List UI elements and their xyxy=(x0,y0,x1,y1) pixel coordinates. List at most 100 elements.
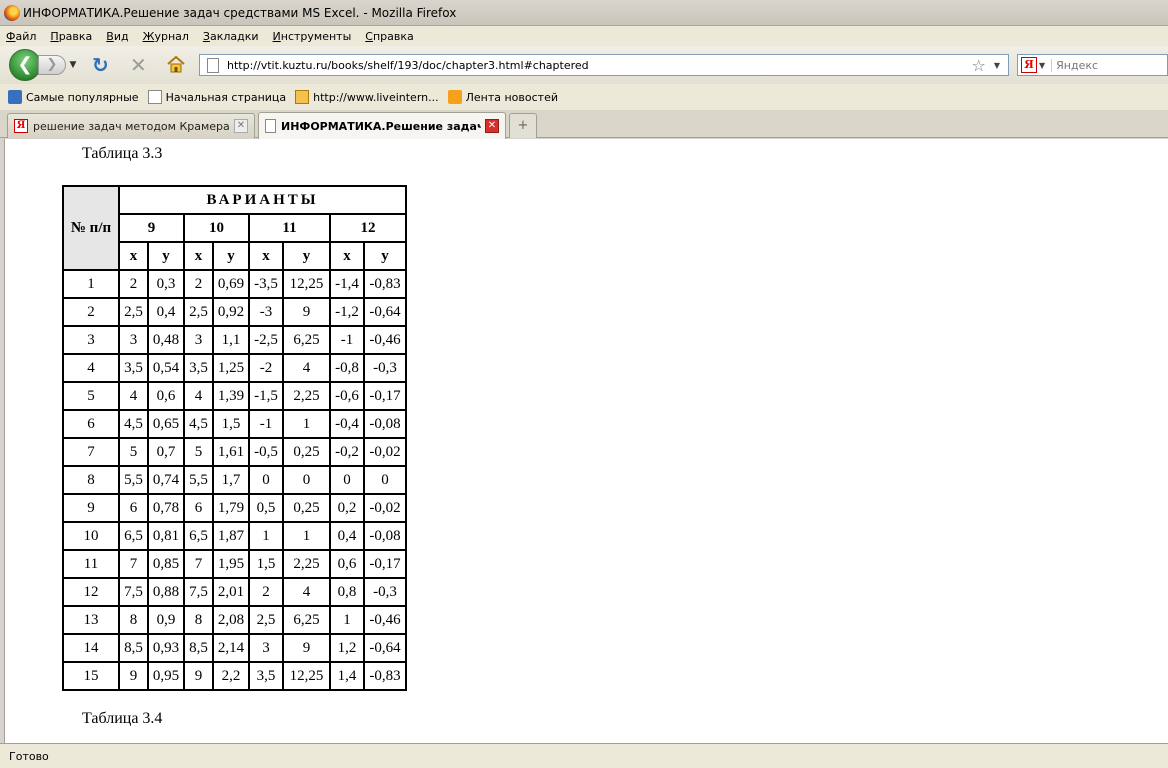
window-title: ИНФОРМАТИКА.Решение задач средствами MS … xyxy=(23,5,457,20)
forward-button[interactable]: ❯ xyxy=(38,55,66,75)
variant-header: 9 xyxy=(118,213,185,243)
table-cell: 1,61 xyxy=(212,437,250,467)
table-cell: 0,88 xyxy=(147,577,185,607)
close-tab-icon[interactable]: ✕ xyxy=(234,119,248,133)
home-icon[interactable] xyxy=(166,54,186,74)
table-cell: -1,4 xyxy=(329,269,365,299)
firefox-icon xyxy=(4,4,20,21)
row-number-cell: 15 xyxy=(62,661,120,691)
table-cell: 1,1 xyxy=(212,325,250,355)
status-bar: Готово xyxy=(0,743,1168,768)
new-tab-button[interactable]: + xyxy=(509,113,537,138)
menu-bookmarks[interactable]: Закладки xyxy=(203,30,259,43)
history-dropdown-icon[interactable]: ▼ xyxy=(66,56,80,74)
bookmark-most-visited[interactable]: Самые популярные xyxy=(8,90,139,104)
table-row: 15 9 0,95 9 2,2 3,5 12,25 1,4 -0,83 xyxy=(62,661,407,691)
table-row: 6 4,5 0,65 4,5 1,5 -1 1 -0,4 -0,08 xyxy=(62,409,407,439)
reload-icon[interactable]: ↻ xyxy=(92,55,109,75)
address-bar[interactable]: http://vtit.kuztu.ru/books/shelf/193/doc… xyxy=(199,54,1009,76)
search-input[interactable] xyxy=(1051,58,1152,72)
table-cell: 0 xyxy=(329,465,365,495)
sub-header-cell: x xyxy=(183,241,214,271)
table-cell: 0 xyxy=(363,465,407,495)
bookmark-liveinternet[interactable]: http://www.liveintern... xyxy=(295,90,439,104)
menu-edit[interactable]: Правка xyxy=(50,30,92,43)
table-cell: -0,02 xyxy=(363,493,407,523)
table-cell: 9 xyxy=(282,297,331,327)
menu-history[interactable]: Журнал xyxy=(143,30,189,43)
row-number-cell: 13 xyxy=(62,605,120,635)
table-cell: 3 xyxy=(248,633,284,663)
yandex-icon[interactable]: Я xyxy=(1021,57,1037,73)
menu-help[interactable]: Справка xyxy=(365,30,413,43)
table-cell: -0,3 xyxy=(363,577,407,607)
table-cell: 1,5 xyxy=(212,409,250,439)
table-cell: 2,01 xyxy=(212,577,250,607)
tab-informatika[interactable]: ИНФОРМАТИКА.Решение задач ... ✕ xyxy=(258,112,506,139)
table-cell: -0,83 xyxy=(363,661,407,691)
table-cell: 3,5 xyxy=(118,353,149,383)
url-dropdown-icon[interactable]: ▼ xyxy=(994,61,1000,70)
navigation-toolbar: ❮ ❯ ▼ ↻ ✕ http://vtit.kuztu.ru/books/she… xyxy=(0,46,1168,84)
variants-header: ВАРИАНТЫ xyxy=(118,185,407,215)
sub-header-cell: x xyxy=(118,241,149,271)
table-cell: -3 xyxy=(248,297,284,327)
table-row: 10 6,5 0,81 6,5 1,87 1 1 0,4 -0,08 xyxy=(62,521,407,551)
row-number-cell: 7 xyxy=(62,437,120,467)
table-cell: -0,83 xyxy=(363,269,407,299)
table-cell: 1 xyxy=(282,409,331,439)
close-tab-icon[interactable]: ✕ xyxy=(485,119,499,133)
table-cell: 3,5 xyxy=(183,353,214,383)
table-cell: 2 xyxy=(183,269,214,299)
table-row: 11 7 0,85 7 1,95 1,5 2,25 0,6 -0,17 xyxy=(62,549,407,579)
table-cell: 0,4 xyxy=(329,521,365,551)
table-caption: Таблица 3.4 xyxy=(82,710,163,727)
table-cell: 0,7 xyxy=(147,437,185,467)
url-text[interactable]: http://vtit.kuztu.ru/books/shelf/193/doc… xyxy=(227,59,972,72)
bookmark-star-icon[interactable]: ☆ xyxy=(972,56,986,75)
table-cell: 0,8 xyxy=(329,577,365,607)
sub-header-cell: x xyxy=(248,241,284,271)
row-number-cell: 5 xyxy=(62,381,120,411)
table-cell: -3,5 xyxy=(248,269,284,299)
table-cell: 4 xyxy=(183,381,214,411)
table-cell: 0,2 xyxy=(329,493,365,523)
menu-file[interactable]: Файл xyxy=(6,30,36,43)
table-cell: 3,5 xyxy=(248,661,284,691)
table-cell: -0,64 xyxy=(363,633,407,663)
sub-header-cell: y xyxy=(363,241,407,271)
table-cell: 0,48 xyxy=(147,325,185,355)
table-cell: 6,5 xyxy=(183,521,214,551)
table-cell: -0,17 xyxy=(363,381,407,411)
table-row: 4 3,5 0,54 3,5 1,25 -2 4 -0,8 -0,3 xyxy=(62,353,407,383)
bookmark-start-page[interactable]: Начальная страница xyxy=(147,90,286,104)
table-cell: 2,25 xyxy=(282,549,331,579)
table-cell: 0,6 xyxy=(329,549,365,579)
table-cell: 1,39 xyxy=(212,381,250,411)
table-cell: -0,46 xyxy=(363,605,407,635)
table-row: 2 2,5 0,4 2,5 0,92 -3 9 -1,2 -0,64 xyxy=(62,297,407,327)
table-cell: 4 xyxy=(282,577,331,607)
back-button[interactable]: ❮ xyxy=(9,49,41,81)
table-cell: 0,85 xyxy=(147,549,185,579)
menu-tools[interactable]: Инструменты xyxy=(273,30,352,43)
table-cell: 8,5 xyxy=(183,633,214,663)
variant-header: 11 xyxy=(248,213,331,243)
search-engine-dropdown-icon[interactable]: ▼ xyxy=(1039,61,1045,70)
table-cell: 0,3 xyxy=(147,269,185,299)
table-cell: -1,5 xyxy=(248,381,284,411)
table-cell: 0,92 xyxy=(212,297,250,327)
table-cell: -0,3 xyxy=(363,353,407,383)
table-row: 13 8 0,9 8 2,08 2,5 6,25 1 -0,46 xyxy=(62,605,407,635)
bookmark-news-feed[interactable]: Лента новостей xyxy=(447,90,558,104)
table-cell: -0,02 xyxy=(363,437,407,467)
table-row: 7 5 0,7 5 1,61 -0,5 0,25 -0,2 -0,02 xyxy=(62,437,407,467)
table-cell: 0,6 xyxy=(147,381,185,411)
tab-cramer[interactable]: Я решение задач методом Крамера в Е... ✕ xyxy=(7,113,255,138)
search-bar[interactable]: Я ▼ xyxy=(1017,54,1168,76)
yandex-icon: Я xyxy=(14,119,28,133)
sub-header-cell: x xyxy=(329,241,365,271)
table-cell: 0 xyxy=(248,465,284,495)
stop-icon[interactable]: ✕ xyxy=(130,55,147,75)
menu-view[interactable]: Вид xyxy=(106,30,128,43)
